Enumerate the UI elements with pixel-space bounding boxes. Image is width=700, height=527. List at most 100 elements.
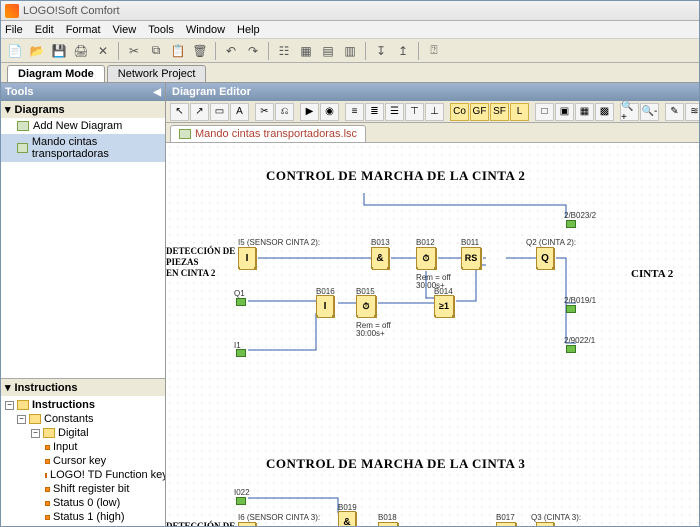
- tab-diagram-mode[interactable]: Diagram Mode: [7, 65, 105, 82]
- tools-panel-header[interactable]: Tools ◀: [1, 83, 165, 101]
- menu-help[interactable]: Help: [237, 24, 260, 36]
- tree-leaf-td-function-key[interactable]: LOGO! TD Function key: [5, 468, 165, 482]
- page-3-tool[interactable]: ▦: [575, 103, 594, 121]
- tree-collapse-icon[interactable]: −: [17, 415, 26, 424]
- zoom-in-tool[interactable]: 🔍+: [620, 103, 639, 121]
- instructions-header-label: Instructions: [15, 382, 78, 394]
- menu-edit[interactable]: Edit: [35, 24, 54, 36]
- paste-button[interactable]: 📋: [168, 41, 188, 61]
- cut-tool[interactable]: ✂: [255, 103, 274, 121]
- block-b012[interactable]: ⏱: [416, 247, 436, 269]
- block-b014[interactable]: ≥1: [434, 295, 454, 317]
- block-b016[interactable]: I: [316, 295, 334, 317]
- tree-constants[interactable]: − Constants: [5, 412, 165, 426]
- tree-leaf-input[interactable]: Input: [5, 440, 165, 454]
- zoom-out-tool[interactable]: 🔍-: [640, 103, 659, 121]
- menu-file[interactable]: File: [5, 24, 23, 36]
- lib-tool[interactable]: L: [510, 103, 529, 121]
- menu-view[interactable]: View: [113, 24, 137, 36]
- tree-collapse-icon[interactable]: −: [31, 429, 40, 438]
- diagram-canvas[interactable]: CONTROL DE MARCHA DE LA CINTA 2 DETECCIÓ…: [166, 143, 700, 526]
- page-2-tool[interactable]: ▣: [555, 103, 574, 121]
- tree-leaf-label: Status 1 (high): [53, 511, 125, 523]
- align-top-tool[interactable]: ⊤: [405, 103, 424, 121]
- select-tool[interactable]: ↖: [170, 103, 189, 121]
- align-bottom-tool[interactable]: ⊥: [425, 103, 444, 121]
- tree-leaf-status-1[interactable]: Status 1 (high): [5, 510, 165, 524]
- connect-tool[interactable]: ↗: [190, 103, 209, 121]
- sim-tool[interactable]: ▶: [300, 103, 319, 121]
- block-b013[interactable]: &: [371, 247, 389, 269]
- block-q2[interactable]: Q: [536, 247, 554, 269]
- tree-leaf-label: Input: [53, 441, 77, 453]
- tree-collapse-icon[interactable]: −: [5, 401, 14, 410]
- instructions-section-header[interactable]: ▾ Instructions: [1, 378, 165, 396]
- layout-2-button[interactable]: ▤: [318, 41, 338, 61]
- block-b019[interactable]: &: [338, 511, 356, 526]
- editor-file-tab[interactable]: Mando cintas transportadoras.lsc: [170, 125, 366, 142]
- help-pointer-button[interactable]: ⍰: [424, 41, 444, 61]
- online-tool[interactable]: ◉: [320, 103, 339, 121]
- connector-i022[interactable]: [236, 497, 246, 505]
- close-button[interactable]: ✕: [93, 41, 113, 61]
- diagram-canvas-viewport[interactable]: CONTROL DE MARCHA DE LA CINTA 2 DETECCIÓ…: [166, 143, 700, 526]
- tree-leaf-cursor-key[interactable]: Cursor key: [5, 454, 165, 468]
- block-b017[interactable]: RS: [496, 522, 516, 526]
- align-left-tool[interactable]: ≡: [345, 103, 364, 121]
- block-i6[interactable]: I: [238, 522, 256, 526]
- block-i5[interactable]: I: [238, 247, 256, 269]
- connector-q1[interactable]: [236, 298, 246, 306]
- side-label-cinta2: CINTA 2: [631, 268, 673, 280]
- diagram-item[interactable]: Mando cintas transportadoras: [1, 134, 165, 162]
- cut-button[interactable]: ✂: [124, 41, 144, 61]
- tree-leaf-status-0[interactable]: Status 0 (low): [5, 496, 165, 510]
- tree-digital[interactable]: − Digital: [5, 426, 165, 440]
- co-tool[interactable]: Co: [450, 103, 469, 121]
- copy-button[interactable]: ⧉: [146, 41, 166, 61]
- delete-button[interactable]: 🗑: [190, 41, 210, 61]
- gf-tool[interactable]: GF: [470, 103, 489, 121]
- add-new-diagram-label: Add New Diagram: [33, 120, 122, 132]
- page-1-tool[interactable]: □: [535, 103, 554, 121]
- diagrams-section-header[interactable]: ▾ Diagrams: [1, 101, 165, 118]
- connector-icon[interactable]: [566, 220, 576, 228]
- save-button[interactable]: 💾: [49, 41, 69, 61]
- tree-leaf-output[interactable]: Output: [5, 524, 165, 526]
- color-tool[interactable]: ✎: [665, 103, 684, 121]
- block-tool[interactable]: ▭: [210, 103, 229, 121]
- tab-network-project[interactable]: Network Project: [107, 65, 207, 82]
- align-right-tool[interactable]: ☰: [385, 103, 404, 121]
- connector-i1[interactable]: [236, 349, 246, 357]
- new-button[interactable]: 📄: [5, 41, 25, 61]
- add-new-diagram[interactable]: Add New Diagram: [1, 118, 165, 134]
- connector-icon[interactable]: [566, 345, 576, 353]
- text-tool[interactable]: A: [230, 103, 249, 121]
- split-tool[interactable]: ⎌: [275, 103, 294, 121]
- align-center-tool[interactable]: ≣: [365, 103, 384, 121]
- upload-button[interactable]: ↥: [393, 41, 413, 61]
- collapse-icon[interactable]: ◀: [153, 87, 161, 98]
- open-button[interactable]: 📂: [27, 41, 47, 61]
- save-icon: 💾: [52, 44, 67, 58]
- block-q3[interactable]: Q: [536, 522, 554, 526]
- align-button[interactable]: ☷: [274, 41, 294, 61]
- layout-3-button[interactable]: ▥: [340, 41, 360, 61]
- tree-leaf-shift-register[interactable]: Shift register bit: [5, 482, 165, 496]
- block-b011[interactable]: RS: [461, 247, 481, 269]
- tree-root[interactable]: − Instructions: [5, 398, 165, 412]
- menu-window[interactable]: Window: [186, 24, 225, 36]
- block-b015[interactable]: ⏱: [356, 295, 376, 317]
- menu-tools[interactable]: Tools: [148, 24, 174, 36]
- layers-tool[interactable]: ≋: [685, 103, 700, 121]
- sf-tool[interactable]: SF: [490, 103, 509, 121]
- download-button[interactable]: ↧: [371, 41, 391, 61]
- layout-1-button[interactable]: ▦: [296, 41, 316, 61]
- page-4-tool[interactable]: ▩: [595, 103, 614, 121]
- undo-button[interactable]: ↶: [221, 41, 241, 61]
- folder-icon: [17, 400, 29, 410]
- connector-icon[interactable]: [566, 305, 576, 313]
- redo-button[interactable]: ↷: [243, 41, 263, 61]
- menu-format[interactable]: Format: [66, 24, 101, 36]
- block-b018[interactable]: ⏱: [378, 522, 398, 526]
- print-button[interactable]: 🖨: [71, 41, 91, 61]
